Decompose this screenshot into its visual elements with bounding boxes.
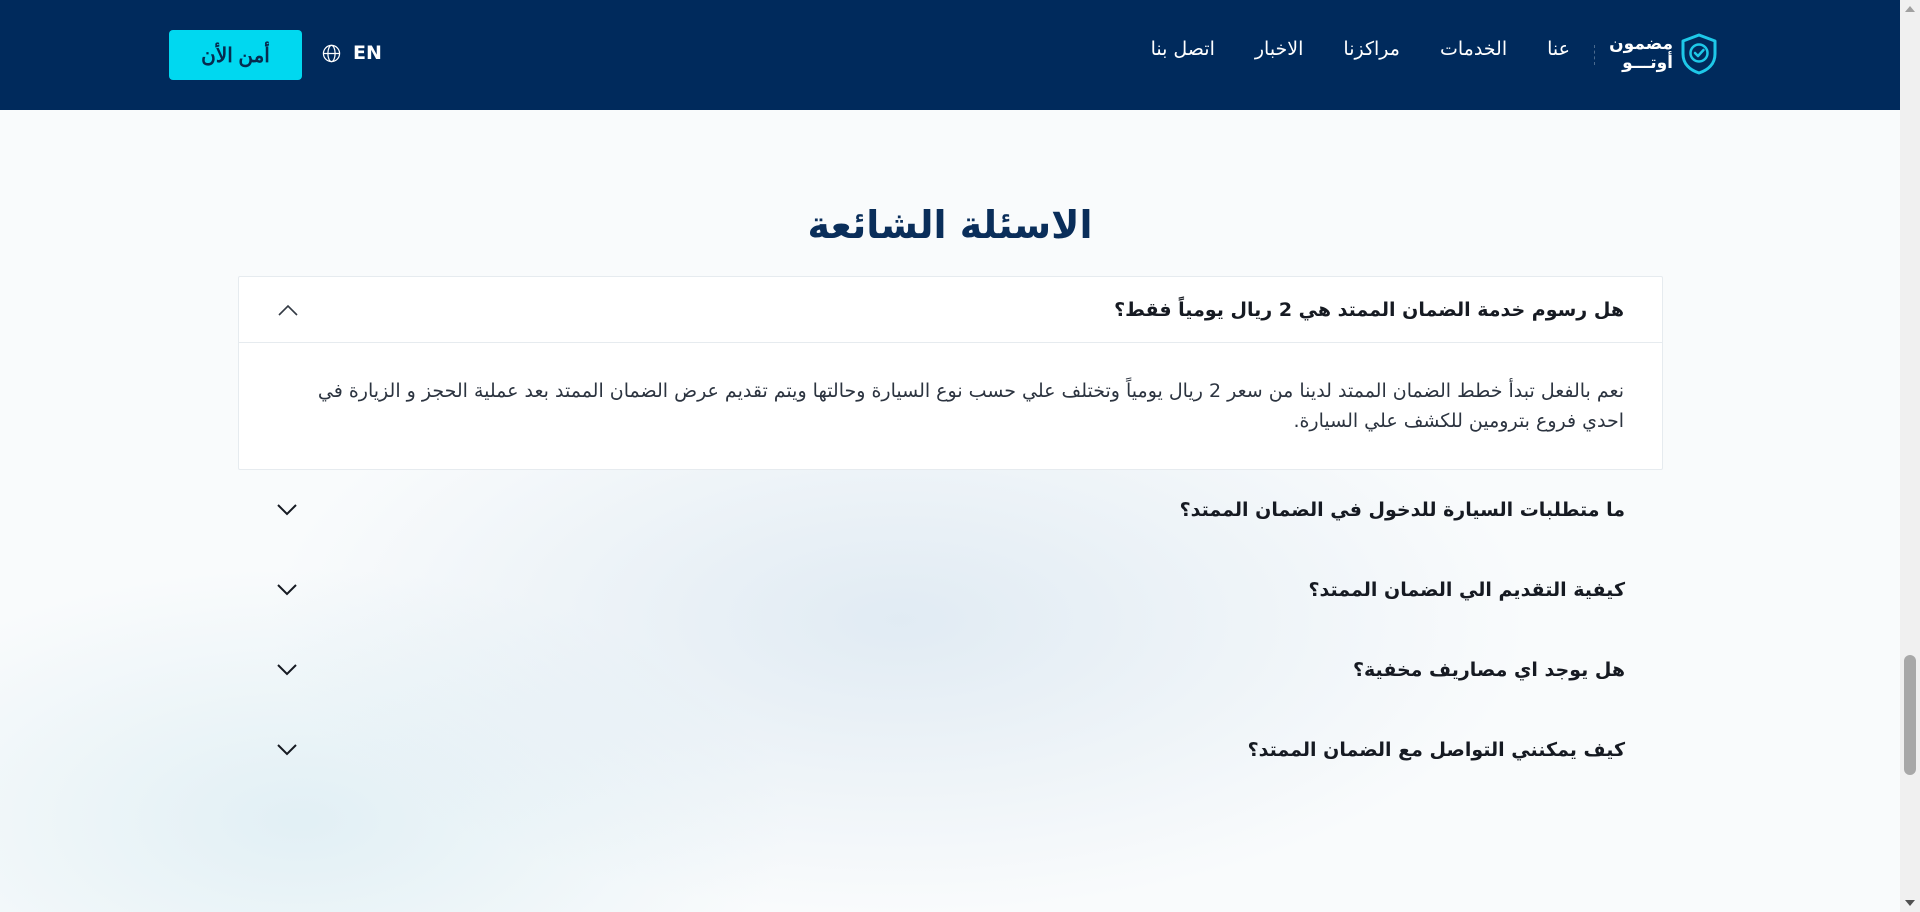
faq-question: ما متطلبات السيارة للدخول في الضمان المم… [1179, 499, 1625, 521]
faq-item: هل رسوم خدمة الضمان الممتد هي 2 ريال يوم… [238, 276, 1663, 470]
vertical-scrollbar[interactable] [1900, 0, 1920, 912]
logo-line-2: أوتـــو [1622, 53, 1673, 73]
scrollbar-thumb[interactable] [1904, 655, 1916, 775]
faq-item: كيفية التقديم الي الضمان الممتد؟ [238, 550, 1663, 630]
nav-divider [1593, 45, 1595, 65]
nav-item-centers[interactable]: مراكزنا [1343, 38, 1400, 60]
faq-answer: نعم بالفعل تبدأ خطط الضمان الممتد لدينا … [317, 380, 1624, 432]
nav-item-services[interactable]: الخدمات [1440, 38, 1507, 60]
faq-item: ما متطلبات السيارة للدخول في الضمان المم… [238, 470, 1663, 550]
site-logo[interactable]: مضمون أوتـــو [1609, 30, 1719, 78]
faq-question: هل رسوم خدمة الضمان الممتد هي 2 ريال يوم… [1114, 298, 1624, 321]
faq-question-toggle[interactable]: ما متطلبات السيارة للدخول في الضمان المم… [238, 470, 1663, 550]
scroll-up-arrow-icon[interactable] [1905, 6, 1915, 12]
chevron-down-icon [277, 744, 297, 756]
faq-question: كيفية التقديم الي الضمان الممتد؟ [1308, 579, 1625, 601]
nav-item-contact[interactable]: اتصل بنا [1151, 38, 1215, 60]
shield-check-icon [1681, 33, 1717, 75]
faq-item: كيف يمكنني التواصل مع الضمان الممتد؟ [238, 710, 1663, 790]
chevron-down-icon [277, 664, 297, 676]
globe-icon [322, 44, 341, 62]
faq-question-toggle[interactable]: كيفية التقديم الي الضمان الممتد؟ [238, 550, 1663, 630]
faq-question: كيف يمكنني التواصل مع الضمان الممتد؟ [1247, 739, 1625, 761]
page: مضمون أوتـــو عنا الخدمات مراكزنا الاخبا… [0, 0, 1900, 912]
chevron-down-icon [277, 584, 297, 596]
logo-line-1: مضمون [1609, 34, 1673, 54]
main-nav: عنا الخدمات مراكزنا الاخبار اتصل بنا [1151, 38, 1570, 60]
faq-accordion: هل رسوم خدمة الضمان الممتد هي 2 ريال يوم… [238, 276, 1663, 790]
faq-item: هل يوجد اي مصاريف مخفية؟ [238, 630, 1663, 710]
language-label: EN [353, 42, 382, 64]
chevron-up-icon [278, 304, 298, 316]
top-navbar: مضمون أوتـــو عنا الخدمات مراكزنا الاخبا… [0, 0, 1900, 110]
insure-now-button[interactable]: أمن الأن [169, 30, 302, 80]
faq-title: الاسئلة الشائعة [807, 203, 1093, 247]
faq-question-toggle[interactable]: هل رسوم خدمة الضمان الممتد هي 2 ريال يوم… [239, 277, 1662, 343]
chevron-down-icon [277, 504, 297, 516]
logo-wordmark: مضمون أوتـــو [1609, 35, 1673, 73]
nav-item-about[interactable]: عنا [1547, 38, 1570, 60]
faq-question-toggle[interactable]: هل يوجد اي مصاريف مخفية؟ [238, 630, 1663, 710]
faq-question: هل يوجد اي مصاريف مخفية؟ [1353, 659, 1625, 681]
language-switcher[interactable]: EN [322, 42, 382, 64]
faq-question-toggle[interactable]: كيف يمكنني التواصل مع الضمان الممتد؟ [238, 710, 1663, 790]
nav-item-news[interactable]: الاخبار [1255, 38, 1304, 60]
scroll-down-arrow-icon[interactable] [1905, 900, 1915, 906]
